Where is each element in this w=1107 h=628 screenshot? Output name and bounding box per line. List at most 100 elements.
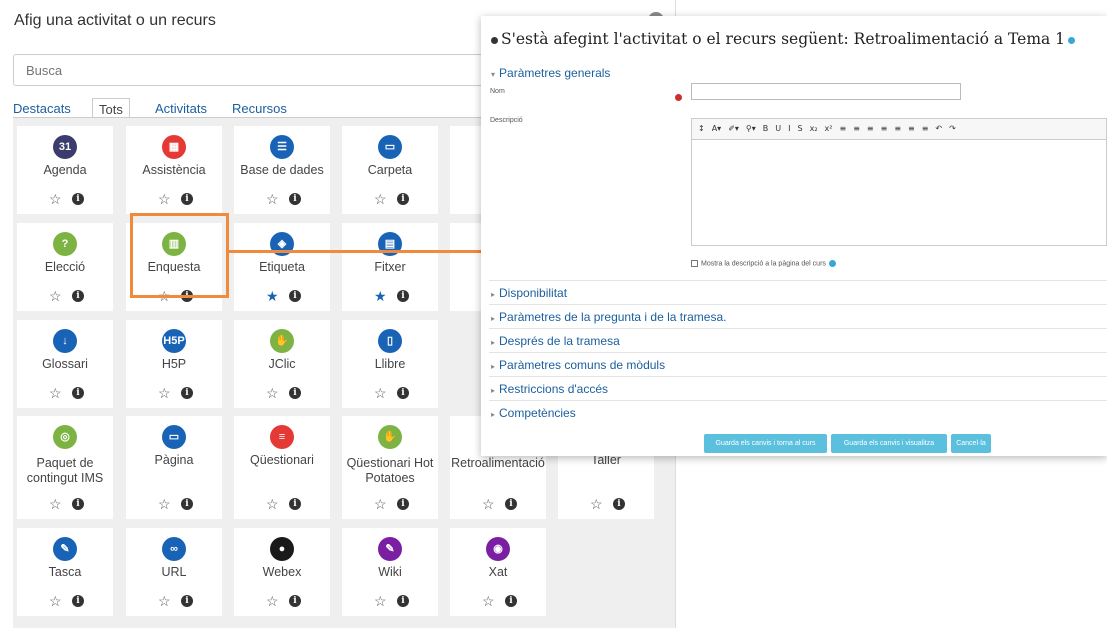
description-editor[interactable]: ↕ A▾ ✐▾ ⚲▾ B U I Sx₂ x² ≡ ≡ ≡ ≡ ≡ ≡ ≡ ↶ ↷ <box>691 118 1107 246</box>
star-icon[interactable]: ☆ <box>158 191 171 208</box>
info-icon[interactable]: i <box>72 290 84 302</box>
toolbar-button[interactable]: ≡ <box>922 124 929 133</box>
toolbar-button[interactable]: ⚲▾ <box>746 124 756 133</box>
activity-tile[interactable]: ? Elecció ☆ i <box>17 223 113 311</box>
info-icon[interactable]: i <box>72 387 84 399</box>
tab-destacats[interactable]: Destacats <box>13 98 71 118</box>
info-icon[interactable]: i <box>289 193 301 205</box>
info-icon[interactable]: i <box>181 498 193 510</box>
info-icon[interactable]: i <box>613 498 625 510</box>
star-icon[interactable]: ☆ <box>374 593 387 610</box>
toolbar-button[interactable]: ↶ <box>935 124 942 133</box>
star-icon[interactable]: ☆ <box>266 385 279 402</box>
activity-tile[interactable]: ✋ Qüestionari Hot Potatoes ☆ i <box>342 416 438 519</box>
info-icon[interactable]: i <box>181 595 193 607</box>
star-icon[interactable]: ☆ <box>158 496 171 513</box>
toolbar-button[interactable]: x₂ <box>810 124 818 133</box>
star-icon[interactable]: ☆ <box>590 496 603 513</box>
star-icon[interactable]: ☆ <box>49 385 62 402</box>
info-icon[interactable]: i <box>181 193 193 205</box>
toolbar-button[interactable]: ≡ <box>840 124 847 133</box>
toolbar-button[interactable]: I <box>788 124 790 133</box>
section-header[interactable]: ▸ Restriccions d'accés <box>491 382 608 396</box>
section-header[interactable]: ▸ Disponibilitat <box>491 286 567 300</box>
toolbar-button[interactable]: B <box>763 124 769 133</box>
info-icon[interactable]: i <box>72 498 84 510</box>
activity-tile[interactable]: ✎ Wiki ☆ i <box>342 528 438 616</box>
star-icon[interactable]: ☆ <box>266 593 279 610</box>
section-header[interactable]: ▸ Paràmetres de la pregunta i de la trame… <box>491 310 726 324</box>
star-icon[interactable]: ☆ <box>266 496 279 513</box>
activity-tile[interactable]: ≡ Qüestionari ☆ i <box>234 416 330 519</box>
toolbar-button[interactable]: ≡ <box>894 124 901 133</box>
activity-tile[interactable]: ↓ Glossari ☆ i <box>17 320 113 408</box>
tab-activitats[interactable]: Activitats <box>155 98 207 118</box>
info-icon[interactable]: i <box>72 595 84 607</box>
star-icon[interactable]: ☆ <box>158 385 171 402</box>
help-icon[interactable] <box>1068 36 1076 44</box>
activity-tile[interactable]: ◉ Xat ☆ i <box>450 528 546 616</box>
toolbar-button[interactable]: ↷ <box>949 124 956 133</box>
info-icon[interactable]: i <box>397 595 409 607</box>
section-header[interactable]: ▸ Paràmetres comuns de mòduls <box>491 358 665 372</box>
star-icon[interactable]: ☆ <box>266 191 279 208</box>
activity-tile[interactable]: ▤ Fitxer ★ i <box>342 223 438 311</box>
section-general[interactable]: ▾ Paràmetres generals <box>491 66 610 80</box>
info-icon[interactable]: i <box>72 193 84 205</box>
info-icon[interactable]: i <box>397 193 409 205</box>
activity-tile[interactable]: ▦ Assistència ☆ i <box>126 126 222 214</box>
star-icon[interactable]: ☆ <box>482 593 495 610</box>
star-icon[interactable]: ☆ <box>482 496 495 513</box>
star-icon[interactable]: ☆ <box>49 191 62 208</box>
tab-recursos[interactable]: Recursos <box>232 98 287 118</box>
activity-tile[interactable]: ◎ Paquet de contingut IMS ☆ i <box>17 416 113 519</box>
show-description-checkbox[interactable]: Mostra la descripció a la pàgina del cur… <box>691 260 836 267</box>
activity-tile[interactable]: ▯ Llibre ☆ i <box>342 320 438 408</box>
info-icon[interactable]: i <box>397 498 409 510</box>
info-icon[interactable]: i <box>397 290 409 302</box>
section-header[interactable]: ▸ Després de la tramesa <box>491 334 620 348</box>
info-icon[interactable]: i <box>289 387 301 399</box>
activity-tile[interactable]: ✋ JClic ☆ i <box>234 320 330 408</box>
save-display-button[interactable]: Guarda els canvis i visualitza <box>831 434 947 453</box>
star-icon[interactable]: ☆ <box>49 288 62 305</box>
toolbar-button[interactable]: ≡ <box>867 124 874 133</box>
activity-tile[interactable]: ● Webex ☆ i <box>234 528 330 616</box>
info-icon[interactable]: i <box>181 387 193 399</box>
activity-tile[interactable]: ∞ URL ☆ i <box>126 528 222 616</box>
checkbox-icon[interactable] <box>691 260 698 267</box>
activity-tile[interactable]: ▭ Carpeta ☆ i <box>342 126 438 214</box>
activity-tile[interactable]: ◈ Etiqueta ★ i <box>234 223 330 311</box>
save-return-button[interactable]: Guarda els canvis i torna al curs <box>704 434 827 453</box>
info-icon[interactable]: i <box>505 498 517 510</box>
info-icon[interactable]: i <box>397 387 409 399</box>
star-icon[interactable]: ☆ <box>374 496 387 513</box>
section-header[interactable]: ▸ Competències <box>491 406 576 420</box>
info-icon[interactable]: i <box>289 595 301 607</box>
activity-tile[interactable]: ☰ Base de dades ☆ i <box>234 126 330 214</box>
activity-tile[interactable]: ▭ Pàgina ☆ i <box>126 416 222 519</box>
info-icon[interactable]: i <box>505 595 517 607</box>
star-icon[interactable]: ☆ <box>158 593 171 610</box>
toolbar-button[interactable]: U <box>775 124 781 133</box>
toolbar-button[interactable]: ≡ <box>881 124 888 133</box>
star-filled-icon[interactable]: ★ <box>266 288 279 305</box>
activity-tile[interactable]: ✎ Tasca ☆ i <box>17 528 113 616</box>
activity-tile[interactable]: 31 Agenda ☆ i <box>17 126 113 214</box>
activity-tile[interactable]: H5P H5P ☆ i <box>126 320 222 408</box>
toolbar-button[interactable]: ≡ <box>908 124 915 133</box>
toolbar-button[interactable]: ✐▾ <box>728 124 739 133</box>
star-filled-icon[interactable]: ★ <box>374 288 387 305</box>
cancel-button[interactable]: Cancel·la <box>951 434 991 453</box>
help-icon[interactable] <box>828 260 836 267</box>
toolbar-button[interactable]: ≡ <box>853 124 860 133</box>
star-icon[interactable]: ☆ <box>49 593 62 610</box>
info-icon[interactable]: i <box>289 290 301 302</box>
toolbar-button[interactable]: S <box>798 124 803 133</box>
toolbar-button[interactable]: x² <box>825 124 833 133</box>
star-icon[interactable]: ☆ <box>374 191 387 208</box>
name-input[interactable] <box>691 83 961 100</box>
star-icon[interactable]: ☆ <box>374 385 387 402</box>
toolbar-button[interactable]: ↕ <box>698 124 705 133</box>
star-icon[interactable]: ☆ <box>49 496 62 513</box>
